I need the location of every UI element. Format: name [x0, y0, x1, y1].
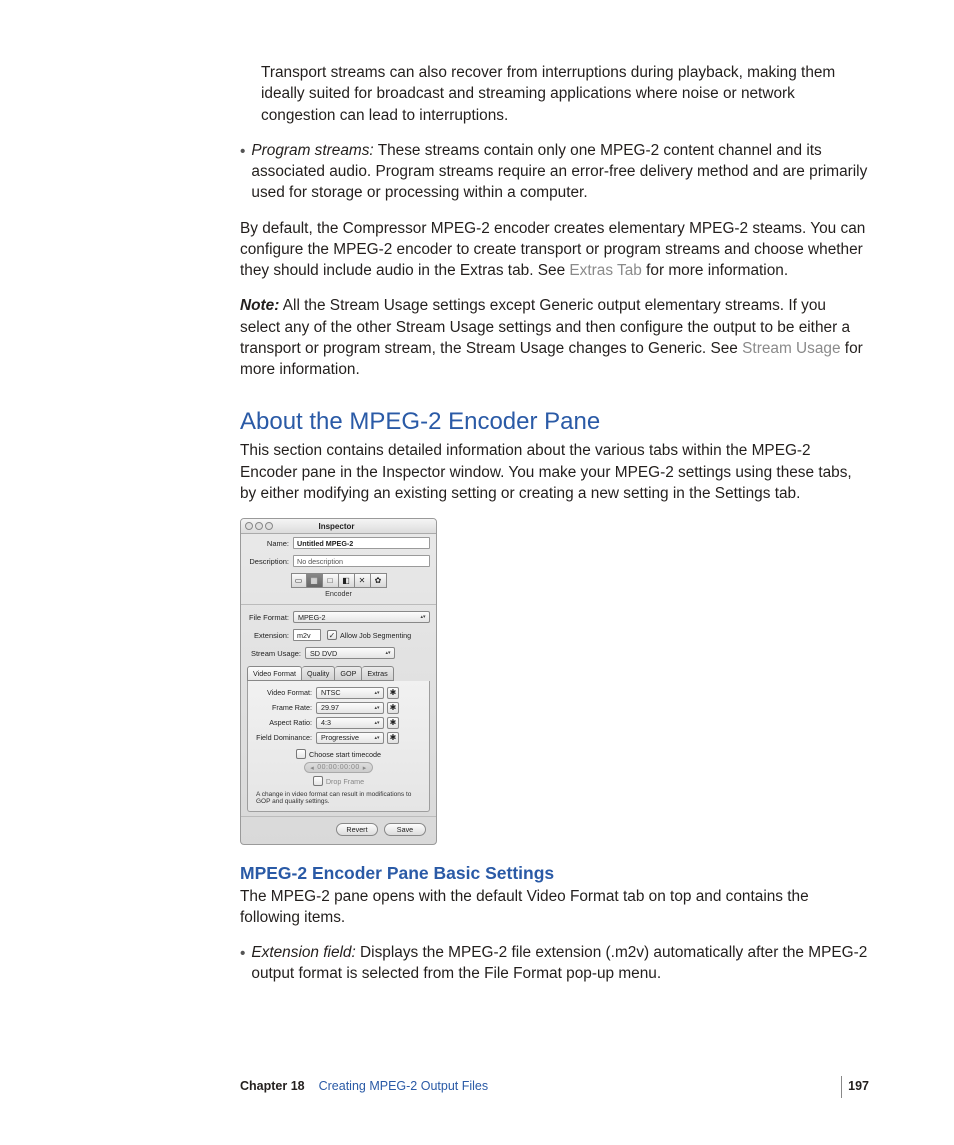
inspector-icon-toolbar: ▭ ▦ □ ◧ ✕ ✿: [241, 570, 436, 589]
bullet-label: Program streams:: [251, 142, 373, 159]
field-dominance-select[interactable]: Progressive▴▾: [316, 732, 384, 744]
chevron-updown-icon: ▴▾: [384, 648, 392, 658]
paragraph-default-encoder: By default, the Compressor MPEG-2 encode…: [240, 218, 869, 282]
aspect-ratio-select[interactable]: 4:3▴▾: [316, 717, 384, 729]
chevron-updown-icon: ▴▾: [373, 688, 381, 698]
minimize-icon[interactable]: [255, 522, 263, 530]
section-intro: This section contains detailed informati…: [240, 440, 869, 504]
choose-start-label: Choose start timecode: [309, 750, 381, 759]
description-label: Description:: [247, 557, 293, 566]
gear-icon[interactable]: ✱: [387, 717, 399, 729]
file-format-select[interactable]: MPEG-2▴▾: [293, 611, 430, 623]
section-heading: About the MPEG-2 Encoder Pane: [240, 408, 869, 436]
inspector-window: Inspector Name: Untitled MPEG-2 Descript…: [240, 518, 437, 845]
chevron-updown-icon: ▴▾: [373, 733, 381, 743]
stream-usage-label: Stream Usage:: [247, 649, 305, 658]
chevron-updown-icon: ▴▾: [419, 612, 427, 622]
choose-start-checkbox[interactable]: [296, 749, 306, 759]
tab-video-format[interactable]: Video Format: [247, 666, 302, 681]
chevron-left-icon[interactable]: ◂: [310, 764, 314, 772]
bullet-program-streams: • Program streams: These streams contain…: [240, 140, 869, 218]
encoder-tabbar: Video Format Quality GOP Extras: [241, 662, 436, 681]
allow-seg-label: Allow Job Segmenting: [340, 631, 411, 640]
tab-actions-icon[interactable]: ✿: [371, 573, 387, 588]
paragraph-transport-streams: Transport streams can also recover from …: [240, 62, 869, 126]
bullet-dot: •: [240, 140, 251, 162]
gear-icon[interactable]: ✱: [387, 687, 399, 699]
footer-divider: [841, 1076, 842, 1098]
page-footer: Chapter 18 Creating MPEG-2 Output Files …: [0, 1079, 954, 1093]
close-icon[interactable]: [245, 522, 253, 530]
chevron-updown-icon: ▴▾: [373, 703, 381, 713]
chevron-updown-icon: ▴▾: [373, 718, 381, 728]
video-format-panel: Video Format: NTSC▴▾ ✱ Frame Rate: 29.97…: [247, 681, 430, 812]
extension-field[interactable]: m2v: [293, 629, 321, 641]
inspector-title: Inspector: [273, 522, 400, 531]
bullet-dot: •: [240, 942, 251, 964]
subsection-intro: The MPEG-2 pane opens with the default V…: [240, 886, 869, 929]
chapter-title: Creating MPEG-2 Output Files: [319, 1079, 489, 1093]
window-controls[interactable]: [245, 522, 273, 530]
name-label: Name:: [247, 539, 293, 548]
tab-filters-icon[interactable]: ◧: [339, 573, 355, 588]
link-stream-usage[interactable]: Stream Usage: [742, 340, 840, 357]
link-extras-tab[interactable]: Extras Tab: [569, 262, 641, 279]
allow-seg-checkbox[interactable]: ✓: [327, 630, 337, 640]
extension-label: Extension:: [247, 631, 293, 640]
chapter-label: Chapter 18: [240, 1079, 305, 1093]
video-format-select[interactable]: NTSC▴▾: [316, 687, 384, 699]
bullet-label: Extension field:: [251, 944, 355, 961]
chevron-right-icon[interactable]: ▸: [363, 764, 367, 772]
file-format-label: File Format:: [247, 613, 293, 622]
frame-rate-select[interactable]: 29.97▴▾: [316, 702, 384, 714]
page-number: 197: [848, 1079, 869, 1093]
field-dominance-label: Field Dominance:: [254, 733, 316, 742]
inspector-titlebar: Inspector: [241, 519, 436, 534]
gear-icon[interactable]: ✱: [387, 732, 399, 744]
gear-icon[interactable]: ✱: [387, 702, 399, 714]
paragraph-note: Note: All the Stream Usage settings exce…: [240, 295, 869, 380]
drop-frame-label: Drop Frame: [326, 777, 364, 786]
tab-extras[interactable]: Extras: [362, 666, 393, 681]
timecode-field[interactable]: ◂ 00:00:00:00 ▸: [304, 762, 373, 773]
drop-frame-checkbox[interactable]: [313, 776, 323, 786]
tab-geometry-icon[interactable]: ✕: [355, 573, 371, 588]
note-label: Note:: [240, 297, 279, 314]
tab-quality[interactable]: Quality: [302, 666, 335, 681]
frame-rate-label: Frame Rate:: [254, 703, 316, 712]
bullet-extension-field: • Extension field: Displays the MPEG-2 f…: [240, 942, 869, 999]
save-button[interactable]: Save: [384, 823, 426, 836]
tab-gop[interactable]: GOP: [335, 666, 362, 681]
tab-frame-icon[interactable]: □: [323, 573, 339, 588]
encoder-label: Encoder: [241, 589, 436, 602]
tab-summary-icon[interactable]: ▭: [291, 573, 307, 588]
revert-button[interactable]: Revert: [336, 823, 378, 836]
panel-note: A change in video format can result in m…: [250, 788, 427, 807]
aspect-ratio-label: Aspect Ratio:: [254, 718, 316, 727]
zoom-icon[interactable]: [265, 522, 273, 530]
video-format-label: Video Format:: [254, 688, 316, 697]
name-field[interactable]: Untitled MPEG-2: [293, 537, 430, 549]
description-field[interactable]: No description: [293, 555, 430, 567]
stream-usage-select[interactable]: SD DVD▴▾: [305, 647, 395, 659]
subsection-heading: MPEG-2 Encoder Pane Basic Settings: [240, 863, 869, 884]
tab-encoder-icon[interactable]: ▦: [307, 573, 323, 588]
